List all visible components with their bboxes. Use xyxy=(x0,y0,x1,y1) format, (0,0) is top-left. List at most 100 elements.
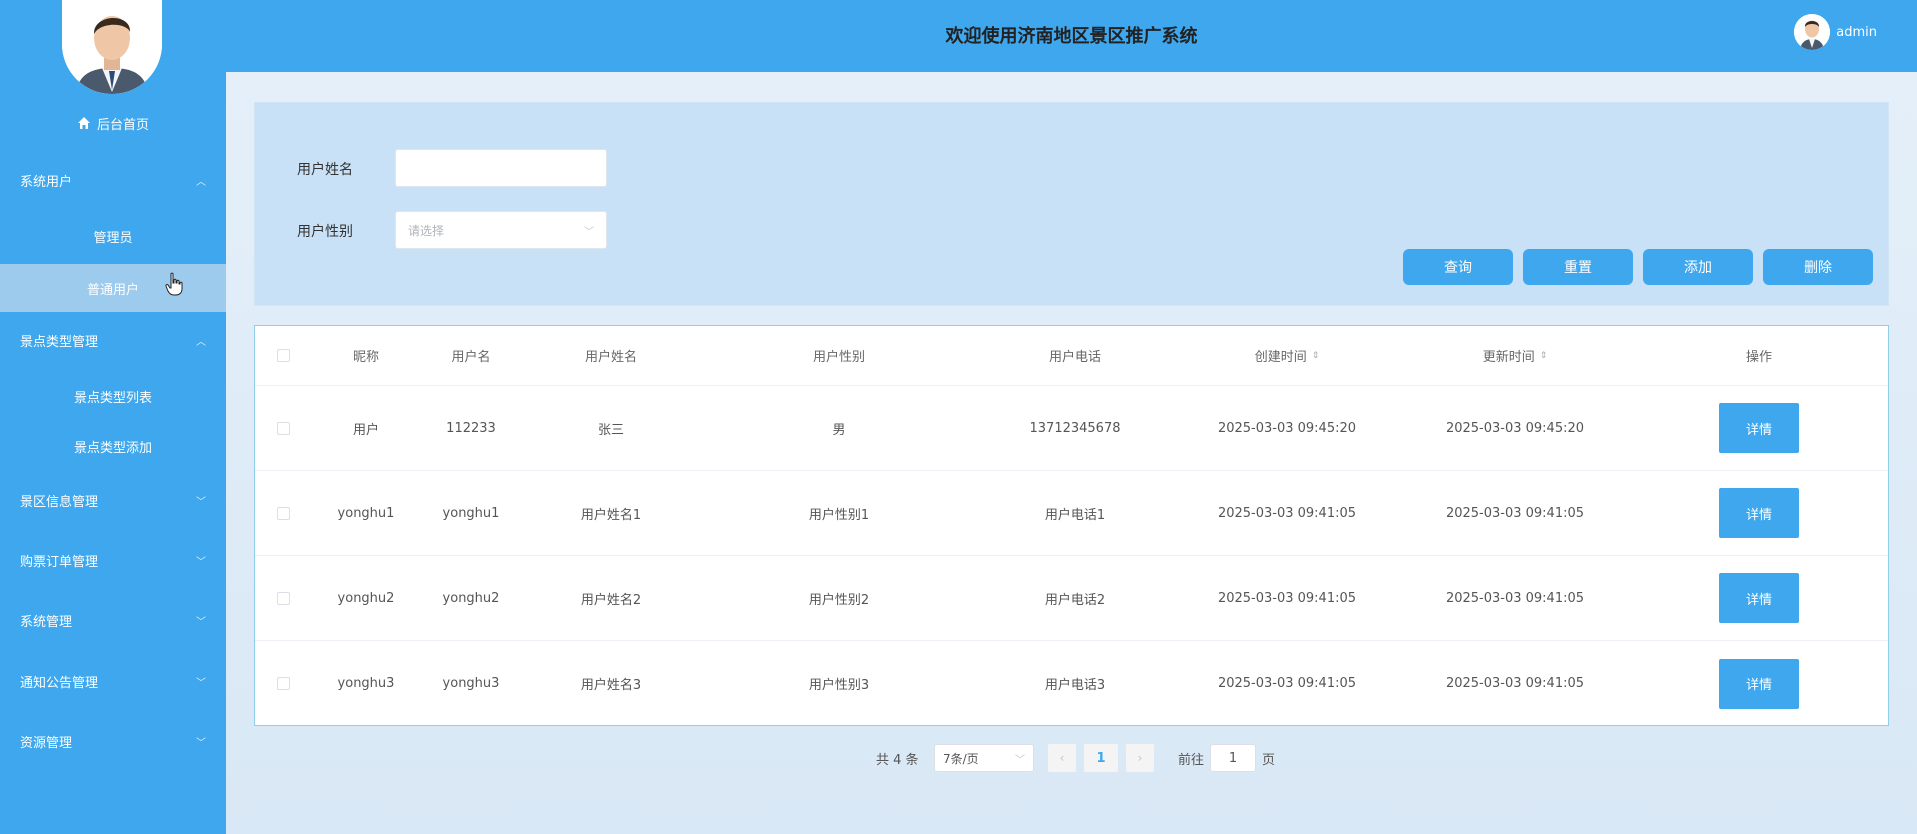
row-checkbox[interactable] xyxy=(255,556,311,640)
sidebar-group-notices[interactable]: 通知公告管理 ﹀ xyxy=(0,659,226,703)
page-title: 欢迎使用济南地区景区推广系统 xyxy=(945,26,1198,47)
chevron-right-icon: › xyxy=(1137,751,1143,765)
cell-phone: 13712345678 xyxy=(1029,420,1121,436)
column-header: 用户姓名 xyxy=(584,350,637,365)
cell-nickname: yonghu1 xyxy=(337,505,395,521)
row-checkbox[interactable] xyxy=(255,386,311,470)
sidebar-item-normal-users[interactable]: 普通用户 xyxy=(0,264,226,312)
select-all-checkbox[interactable] xyxy=(255,326,311,385)
row-checkbox[interactable] xyxy=(255,471,311,555)
reset-button[interactable]: 重置 xyxy=(1523,249,1633,285)
sidebar-group-label: 景点类型管理 xyxy=(20,334,99,350)
sidebar-item-scenic-type-list[interactable]: 景点类型列表 xyxy=(0,374,226,418)
goto-page-input[interactable]: 1 xyxy=(1210,744,1256,772)
chevron-down-icon: ﹀ xyxy=(1015,754,1025,766)
cell-phone: 用户电话1 xyxy=(1044,507,1106,523)
cell-nickname: 用户 xyxy=(352,422,379,438)
sidebar-item-label: 后台首页 xyxy=(96,117,149,133)
detail-button[interactable]: 详情 xyxy=(1719,573,1799,623)
sidebar-item-admin[interactable]: 管理员 xyxy=(0,214,226,258)
name-filter-input[interactable] xyxy=(395,149,607,187)
cell-updated: 2025-03-03 09:41:05 xyxy=(1445,590,1585,606)
user-avatar xyxy=(62,0,162,94)
total-count: 共 4 条 xyxy=(876,752,919,768)
sidebar-group-scenic-types[interactable]: 景点类型管理 ︿ xyxy=(0,318,226,362)
chevron-down-icon: ﹀ xyxy=(196,496,206,508)
sidebar-item-label: 景点类型添加 xyxy=(73,440,152,456)
search-panel: 用户姓名 用户性别 请选择 ﹀ 查询 重置 添加 删除 xyxy=(254,102,1889,306)
cell-username: yonghu1 xyxy=(442,505,500,521)
cell-action: 详情 xyxy=(1629,556,1889,640)
table-row: 用户 112233 张三 男 13712345678 2025-03-03 09… xyxy=(255,386,1888,471)
cell-updated: 2025-03-03 09:41:05 xyxy=(1445,676,1585,691)
goto-label: 前往 xyxy=(1178,752,1205,768)
sidebar-group-label: 景区信息管理 xyxy=(20,494,99,510)
column-header: 用户性别 xyxy=(812,350,865,365)
column-header-sortable[interactable]: 更新时间 ⇕ xyxy=(1401,326,1629,385)
cell-gender: 用户性别2 xyxy=(808,592,870,608)
username-label: admin xyxy=(1836,24,1877,40)
user-table: 昵称 用户名 用户姓名 用户性别 用户电话 创建时间 ⇕ 更新时间 ⇕ 操作 用户 … xyxy=(254,325,1889,726)
column-header: 操作 xyxy=(1745,350,1772,365)
column-header-sortable[interactable]: 创建时间 ⇕ xyxy=(1173,326,1401,385)
chevron-down-icon: ﹀ xyxy=(584,226,594,238)
sort-icon[interactable]: ⇕ xyxy=(1540,351,1548,361)
page-size-value: 7条/页 xyxy=(943,751,979,766)
sidebar-item-home[interactable]: 后台首页 xyxy=(0,111,226,135)
cell-username: yonghu2 xyxy=(442,590,500,606)
sidebar-group-label: 通知公告管理 xyxy=(20,675,99,691)
cell-action: 详情 xyxy=(1629,641,1889,726)
next-page-button[interactable]: › xyxy=(1126,744,1154,772)
sidebar-item-label: 普通用户 xyxy=(86,282,139,298)
cell-gender: 用户性别3 xyxy=(808,678,870,693)
sidebar-item-label: 景点类型列表 xyxy=(73,390,152,406)
page-number-current[interactable]: 1 xyxy=(1084,744,1118,772)
column-header: 创建时间 xyxy=(1254,350,1307,365)
sidebar-group-scenic-info[interactable]: 景区信息管理 ﹀ xyxy=(0,478,226,522)
user-menu[interactable]: admin xyxy=(1794,14,1877,50)
cell-realname: 用户姓名2 xyxy=(580,592,642,608)
cell-realname: 用户姓名3 xyxy=(580,678,642,693)
cell-phone: 用户电话2 xyxy=(1044,592,1106,608)
chevron-left-icon: ‹ xyxy=(1059,751,1065,765)
sidebar-item-scenic-type-add[interactable]: 景点类型添加 xyxy=(0,424,226,468)
cell-nickname: yonghu2 xyxy=(337,590,395,606)
column-header: 更新时间 xyxy=(1482,350,1535,365)
sidebar-group-label: 系统用户 xyxy=(20,174,73,190)
query-button[interactable]: 查询 xyxy=(1403,249,1513,285)
cell-created: 2025-03-03 09:41:05 xyxy=(1217,676,1357,691)
cell-created: 2025-03-03 09:45:20 xyxy=(1217,420,1357,436)
gender-filter-select[interactable]: 请选择 ﹀ xyxy=(395,211,607,249)
sidebar-group-system-users[interactable]: 系统用户 ︿ xyxy=(0,158,226,202)
gender-filter-placeholder: 请选择 xyxy=(408,223,445,238)
detail-button[interactable]: 详情 xyxy=(1719,403,1799,453)
cell-updated: 2025-03-03 09:41:05 xyxy=(1445,505,1585,521)
cell-username: yonghu3 xyxy=(442,676,500,691)
cell-created: 2025-03-03 09:41:05 xyxy=(1217,590,1357,606)
sidebar-group-system-management[interactable]: 系统管理 ﹀ xyxy=(0,598,226,642)
chevron-down-icon: ﹀ xyxy=(196,616,206,628)
name-filter-label: 用户姓名 xyxy=(297,162,353,178)
chevron-down-icon: ﹀ xyxy=(196,737,206,749)
cell-realname: 用户姓名1 xyxy=(580,507,642,523)
table-row: yonghu1 yonghu1 用户姓名1 用户性别1 用户电话1 2025-0… xyxy=(255,471,1888,556)
sidebar-item-label: 管理员 xyxy=(93,230,133,246)
add-button[interactable]: 添加 xyxy=(1643,249,1753,285)
avatar xyxy=(1794,14,1831,50)
sidebar-group-ticket-orders[interactable]: 购票订单管理 ﹀ xyxy=(0,538,226,582)
prev-page-button[interactable]: ‹ xyxy=(1048,744,1076,772)
cell-gender: 用户性别1 xyxy=(808,507,870,523)
sidebar-group-label: 系统管理 xyxy=(20,614,73,630)
cell-updated: 2025-03-03 09:45:20 xyxy=(1445,420,1585,436)
sort-icon[interactable]: ⇕ xyxy=(1312,351,1320,361)
cell-gender: 男 xyxy=(832,422,846,438)
gender-filter-label: 用户性别 xyxy=(297,224,353,240)
detail-button[interactable]: 详情 xyxy=(1719,658,1799,709)
row-checkbox[interactable] xyxy=(255,641,311,726)
sidebar-group-resources[interactable]: 资源管理 ﹀ xyxy=(0,719,226,763)
table-header-row: 昵称 用户名 用户姓名 用户性别 用户电话 创建时间 ⇕ 更新时间 ⇕ 操作 xyxy=(255,326,1888,386)
delete-button[interactable]: 删除 xyxy=(1763,249,1873,285)
page-size-select[interactable]: 7条/页 ﹀ xyxy=(934,744,1034,772)
chevron-up-icon: ︿ xyxy=(196,176,206,188)
detail-button[interactable]: 详情 xyxy=(1719,488,1799,538)
